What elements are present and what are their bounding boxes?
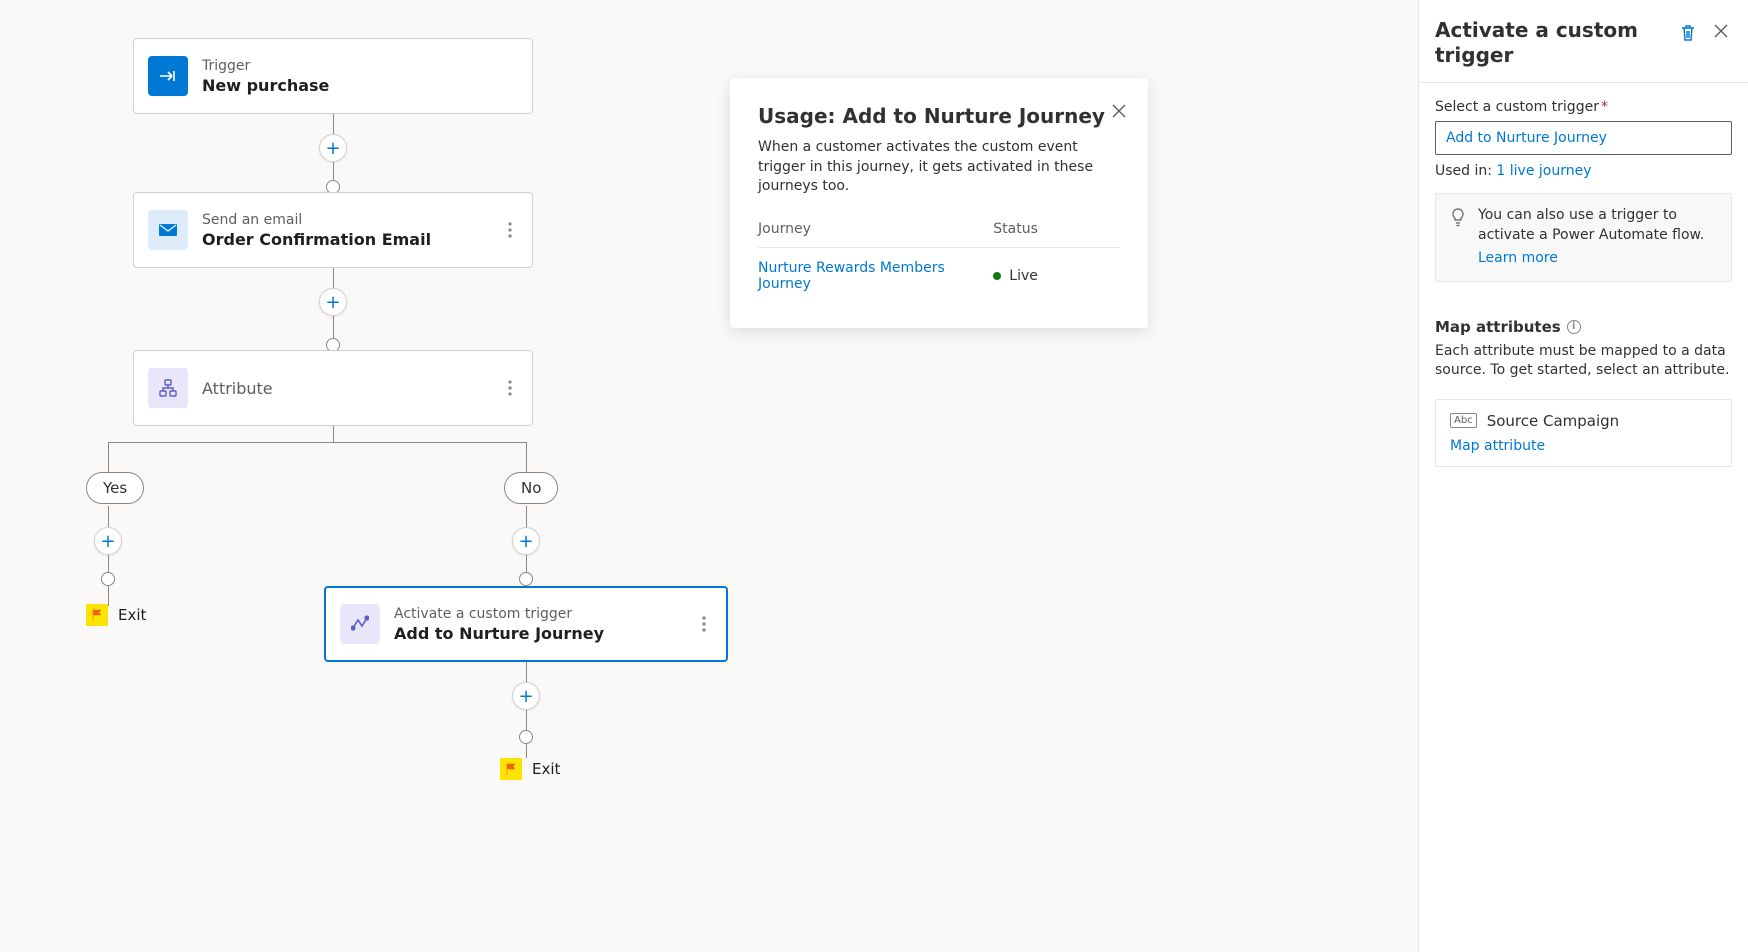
panel-header: Activate a custom trigger xyxy=(1419,0,1748,83)
activate-trigger-icon xyxy=(340,604,380,644)
attribute-name: Source Campaign xyxy=(1487,412,1619,430)
usage-row: Nurture Rewards Members Journey Live xyxy=(758,247,1120,304)
panel-body: Select a custom trigger* Add to Nurture … xyxy=(1419,83,1748,483)
properties-panel: Activate a custom trigger Select a custo… xyxy=(1418,0,1748,952)
node-attribute[interactable]: Attribute xyxy=(133,350,533,426)
node-activate-kicker: Activate a custom trigger xyxy=(394,606,604,622)
node-email-more-icon[interactable] xyxy=(502,216,518,244)
node-activate-more-icon[interactable] xyxy=(696,610,712,638)
used-in-text: Used in: 1 live journey xyxy=(1435,163,1732,179)
connector xyxy=(108,506,109,606)
attribute-icon xyxy=(148,368,188,408)
col-journey: Journey xyxy=(758,215,993,248)
branch-yes-label: Yes xyxy=(103,479,127,497)
connector xyxy=(526,442,527,472)
add-step-button[interactable]: + xyxy=(512,527,540,555)
status-text: Live xyxy=(1009,268,1038,284)
connector xyxy=(333,426,334,442)
status-cell: Live xyxy=(993,268,1120,284)
connector xyxy=(108,442,109,472)
map-attribute-link[interactable]: Map attribute xyxy=(1450,438,1717,454)
node-attribute-more-icon[interactable] xyxy=(502,374,518,402)
journey-link[interactable]: Nurture Rewards Members Journey xyxy=(758,260,945,292)
popover-close-button[interactable] xyxy=(1108,100,1130,122)
connector-dot xyxy=(101,572,115,586)
node-email-kicker: Send an email xyxy=(202,212,431,228)
email-icon xyxy=(148,210,188,250)
select-trigger-label: Select a custom trigger* xyxy=(1435,99,1732,115)
used-in-link[interactable]: 1 live journey xyxy=(1496,163,1591,179)
info-icon[interactable]: i xyxy=(1567,320,1581,334)
node-attribute-title: Attribute xyxy=(202,379,273,398)
trigger-icon xyxy=(148,56,188,96)
close-button[interactable] xyxy=(1708,18,1734,44)
status-live-dot-icon xyxy=(993,272,1001,280)
node-email-title: Order Confirmation Email xyxy=(202,230,431,249)
flag-icon xyxy=(500,758,522,780)
exit-label: Exit xyxy=(532,760,560,778)
node-trigger-kicker: Trigger xyxy=(202,58,329,74)
journey-canvas[interactable]: Trigger New purchase + Send an email Ord… xyxy=(0,0,1418,952)
exit-marker: Exit xyxy=(500,758,560,780)
add-step-button[interactable]: + xyxy=(94,527,122,555)
add-step-button[interactable]: + xyxy=(512,682,540,710)
delete-button[interactable] xyxy=(1674,18,1702,48)
flag-icon xyxy=(86,604,108,626)
map-attributes-section: Map attributes i Each attribute must be … xyxy=(1435,296,1732,467)
usage-table: Journey Status Nurture Rewards Members J… xyxy=(758,215,1120,304)
popover-title: Usage: Add to Nurture Journey xyxy=(758,104,1120,128)
map-attributes-heading: Map attributes i xyxy=(1435,318,1732,336)
branch-yes-pill[interactable]: Yes xyxy=(86,472,144,504)
field-select-trigger: Select a custom trigger* Add to Nurture … xyxy=(1435,99,1732,179)
col-status: Status xyxy=(993,215,1120,248)
exit-marker: Exit xyxy=(86,604,146,626)
panel-title: Activate a custom trigger xyxy=(1435,18,1668,68)
branch-no-pill[interactable]: No xyxy=(504,472,558,504)
map-attributes-sub: Each attribute must be mapped to a data … xyxy=(1435,342,1732,381)
node-activate-title: Add to Nurture Journey xyxy=(394,624,604,643)
node-trigger[interactable]: Trigger New purchase xyxy=(133,38,533,114)
connector-dot xyxy=(519,730,533,744)
select-trigger-value: Add to Nurture Journey xyxy=(1446,130,1607,146)
node-activate-trigger[interactable]: Activate a custom trigger Add to Nurture… xyxy=(324,586,728,662)
exit-label: Exit xyxy=(118,606,146,624)
node-trigger-title: New purchase xyxy=(202,76,329,95)
attribute-card[interactable]: Abc Source Campaign Map attribute xyxy=(1435,399,1732,467)
add-step-button[interactable]: + xyxy=(319,134,347,162)
connector xyxy=(108,442,526,443)
tip-learn-more-link[interactable]: Learn more xyxy=(1478,249,1558,269)
node-email[interactable]: Send an email Order Confirmation Email xyxy=(133,192,533,268)
lightbulb-icon xyxy=(1450,208,1466,269)
branch-no-label: No xyxy=(521,479,541,497)
tip-callout: You can also use a trigger to activate a… xyxy=(1435,193,1732,282)
connector-dot xyxy=(519,572,533,586)
tip-text: You can also use a trigger to activate a… xyxy=(1478,207,1704,243)
popover-description: When a customer activates the custom eve… xyxy=(758,138,1120,197)
add-step-button[interactable]: + xyxy=(319,288,347,316)
select-trigger-combo[interactable]: Add to Nurture Journey xyxy=(1435,121,1732,155)
usage-popover: Usage: Add to Nurture Journey When a cus… xyxy=(730,78,1148,328)
text-type-icon: Abc xyxy=(1450,413,1477,428)
